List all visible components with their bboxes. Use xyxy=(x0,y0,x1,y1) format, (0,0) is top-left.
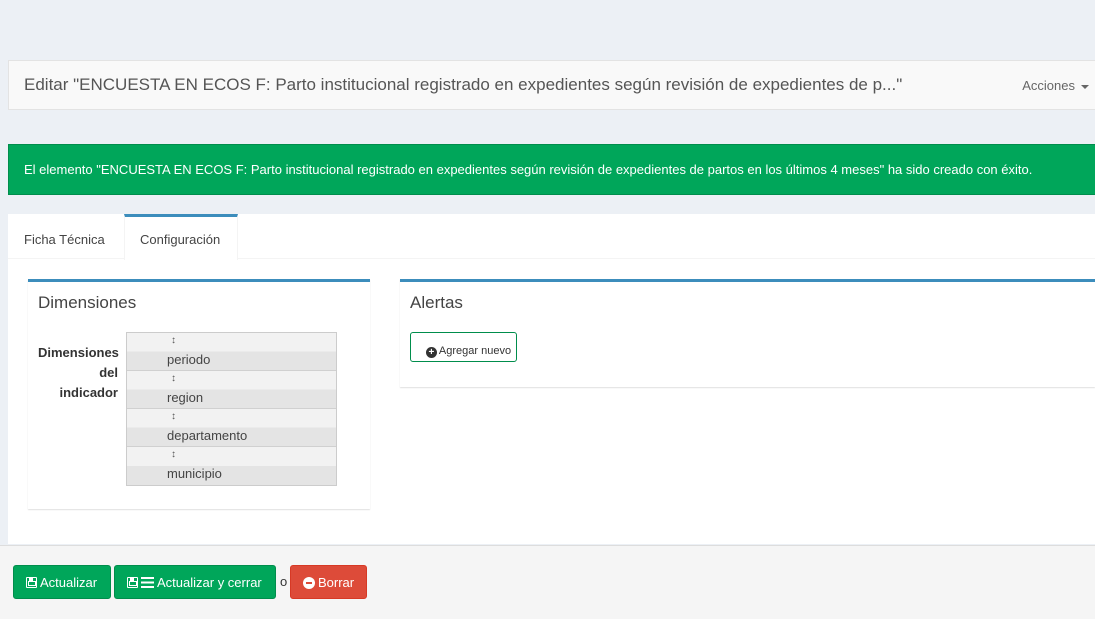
dimension-label: periodo xyxy=(167,352,211,367)
add-alert-label: Agregar nuevo xyxy=(438,344,512,357)
dimension-item-periodo[interactable]: ↕ periodo xyxy=(127,333,336,371)
dimension-label: municipio xyxy=(167,466,222,481)
caret-down-icon xyxy=(1081,84,1089,89)
dimension-item-departamento[interactable]: ↕ departamento xyxy=(127,409,336,447)
dimension-item-region[interactable]: ↕ region xyxy=(127,371,336,409)
dimension-label: region xyxy=(167,390,204,405)
or-separator: o xyxy=(280,574,288,589)
success-alert-message: El elemento "ENCUESTA EN ECOS F: Parto i… xyxy=(24,162,1033,177)
drag-handle-icon[interactable]: ↕ xyxy=(171,335,176,347)
list-icon xyxy=(141,577,154,588)
actions-dropdown[interactable]: Acciones xyxy=(1022,78,1089,93)
page-header: Editar "ENCUESTA EN ECOS F: Parto instit… xyxy=(8,60,1095,110)
dimension-item-municipio[interactable]: ↕ municipio xyxy=(127,447,336,485)
drag-handle-icon[interactable]: ↕ xyxy=(171,411,176,423)
alertas-box: Alertas + Agregar nuevo xyxy=(400,279,1095,387)
form-actions-bar: Actualizar Actualizar y cerrar o Borrar xyxy=(0,545,1095,619)
update-close-label: Actualizar y cerrar xyxy=(157,575,262,590)
dimensiones-sortable-list: ↕ periodo ↕ region ↕ departamento ↕ muni… xyxy=(126,332,337,486)
tab-ficha-tecnica[interactable]: Ficha Técnica xyxy=(9,214,120,259)
tabs-panel: Ficha Técnica Configuración Dimensiones … xyxy=(8,214,1095,544)
save-icon xyxy=(127,577,138,588)
plus-circle-icon: + xyxy=(425,346,437,358)
save-icon xyxy=(26,577,37,588)
delete-button[interactable]: Borrar xyxy=(290,565,367,599)
delete-label: Borrar xyxy=(318,575,355,590)
update-button[interactable]: Actualizar xyxy=(13,565,111,599)
dimensiones-title: Dimensiones xyxy=(38,293,137,312)
success-alert: El elemento "ENCUESTA EN ECOS F: Parto i… xyxy=(8,144,1095,195)
add-alert-button[interactable]: + Agregar nuevo xyxy=(410,332,517,362)
actions-label: Acciones xyxy=(1022,78,1075,93)
tab-configuracion[interactable]: Configuración xyxy=(124,214,238,260)
update-label: Actualizar xyxy=(40,575,98,590)
dimensiones-field-label: Dimensiones del indicador xyxy=(38,345,119,400)
drag-handle-icon[interactable]: ↕ xyxy=(171,449,176,461)
update-and-close-button[interactable]: Actualizar y cerrar xyxy=(114,565,276,599)
dimensiones-box: Dimensiones Dimensiones del indicador ↕ … xyxy=(28,279,370,509)
drag-handle-icon[interactable]: ↕ xyxy=(171,373,176,385)
alertas-title: Alertas xyxy=(410,293,463,312)
page-title: Editar "ENCUESTA EN ECOS F: Parto instit… xyxy=(24,75,903,94)
tabs-bar: Ficha Técnica Configuración xyxy=(8,214,1095,260)
dimension-label: departamento xyxy=(167,428,248,443)
minus-circle-icon xyxy=(303,577,315,589)
